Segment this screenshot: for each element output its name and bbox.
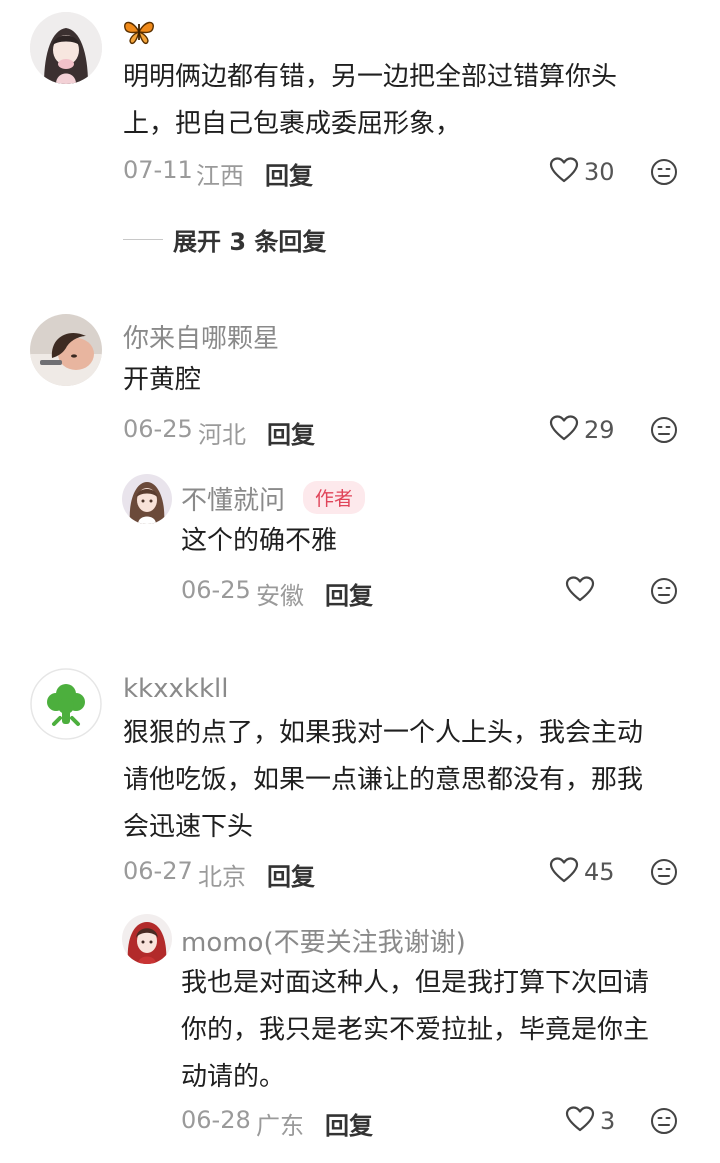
avatar[interactable] [30, 12, 102, 84]
like-button[interactable]: 29 [549, 413, 615, 447]
username[interactable]: kkxxkkll [123, 674, 228, 704]
heart-icon [549, 156, 579, 188]
reply-button[interactable]: 回复 [267, 415, 315, 450]
like-count: 30 [584, 158, 615, 186]
expand-replies-label: 展开 3 条回复 [173, 228, 327, 256]
comment-location: 河北 [198, 421, 246, 449]
reply-button[interactable]: 回复 [265, 156, 313, 191]
comment-date: 06-25 [123, 415, 193, 443]
like-count: 45 [584, 858, 615, 886]
avatar[interactable] [30, 314, 102, 386]
like-button[interactable]: 30 [549, 155, 615, 189]
reply-button[interactable]: 回复 [325, 1106, 373, 1141]
like-button[interactable]: 45 [549, 855, 615, 889]
comment-location: 北京 [198, 863, 246, 891]
reply-username[interactable]: 不懂就问 [181, 480, 285, 517]
reply-location: 广东 [256, 1112, 304, 1140]
reply-content: 我也是对面这种人，但是我打算下次回请 你的，我只是老实不爱拉扯，毕竟是你主 动请… [181, 968, 650, 1092]
like-count: 29 [584, 416, 615, 444]
like-button[interactable]: 3 [565, 1104, 615, 1138]
heart-icon [549, 856, 579, 888]
meh-face-icon [650, 858, 678, 886]
comment-date: 06-27 [123, 857, 193, 885]
dislike-button[interactable] [650, 577, 678, 605]
expand-replies-button[interactable]: 展开 3 条回复 [123, 222, 326, 257]
dislike-button[interactable] [650, 1107, 678, 1135]
username[interactable]: 你来自哪颗星 [123, 318, 279, 355]
meh-face-icon [650, 1107, 678, 1135]
author-badge: 作者 [303, 481, 366, 514]
avatar[interactable] [30, 668, 102, 740]
reply-date: 06-25 [181, 576, 251, 604]
reply-username[interactable]: momo(不要关注我谢谢) [181, 922, 466, 959]
meh-face-icon [650, 416, 678, 444]
comment-content: 明明俩边都有错，另一边把全部过错算你头 上，把自己包裹成委屈形象， [123, 62, 618, 139]
comment-date: 07-11 [123, 156, 193, 184]
reply-avatar[interactable] [122, 914, 172, 964]
butterfly-icon [123, 18, 155, 46]
dislike-button[interactable] [650, 416, 678, 444]
comment-content: 狠狠的点了，如果我对一个人上头，我会主动 请他吃饭，如果一点谦让的意思都没有，那… [123, 718, 644, 842]
reply-avatar[interactable] [122, 474, 172, 524]
divider [123, 239, 163, 240]
heart-icon [565, 1105, 595, 1137]
reply-content: 这个的确不雅 [181, 526, 338, 556]
reply-button[interactable]: 回复 [325, 576, 373, 611]
reply-location: 安徽 [256, 582, 304, 610]
comment-location: 江西 [196, 162, 244, 190]
reply-date: 06-28 [181, 1106, 251, 1134]
reply-button[interactable]: 回复 [267, 857, 315, 892]
dislike-button[interactable] [650, 858, 678, 886]
heart-icon [549, 414, 579, 446]
comment-content: 开黄腔 [123, 365, 202, 395]
meh-face-icon [650, 158, 678, 186]
dislike-button[interactable] [650, 158, 678, 186]
heart-icon [565, 575, 595, 607]
meh-face-icon [650, 577, 678, 605]
like-count: 3 [600, 1107, 616, 1135]
like-button[interactable] [565, 574, 600, 608]
